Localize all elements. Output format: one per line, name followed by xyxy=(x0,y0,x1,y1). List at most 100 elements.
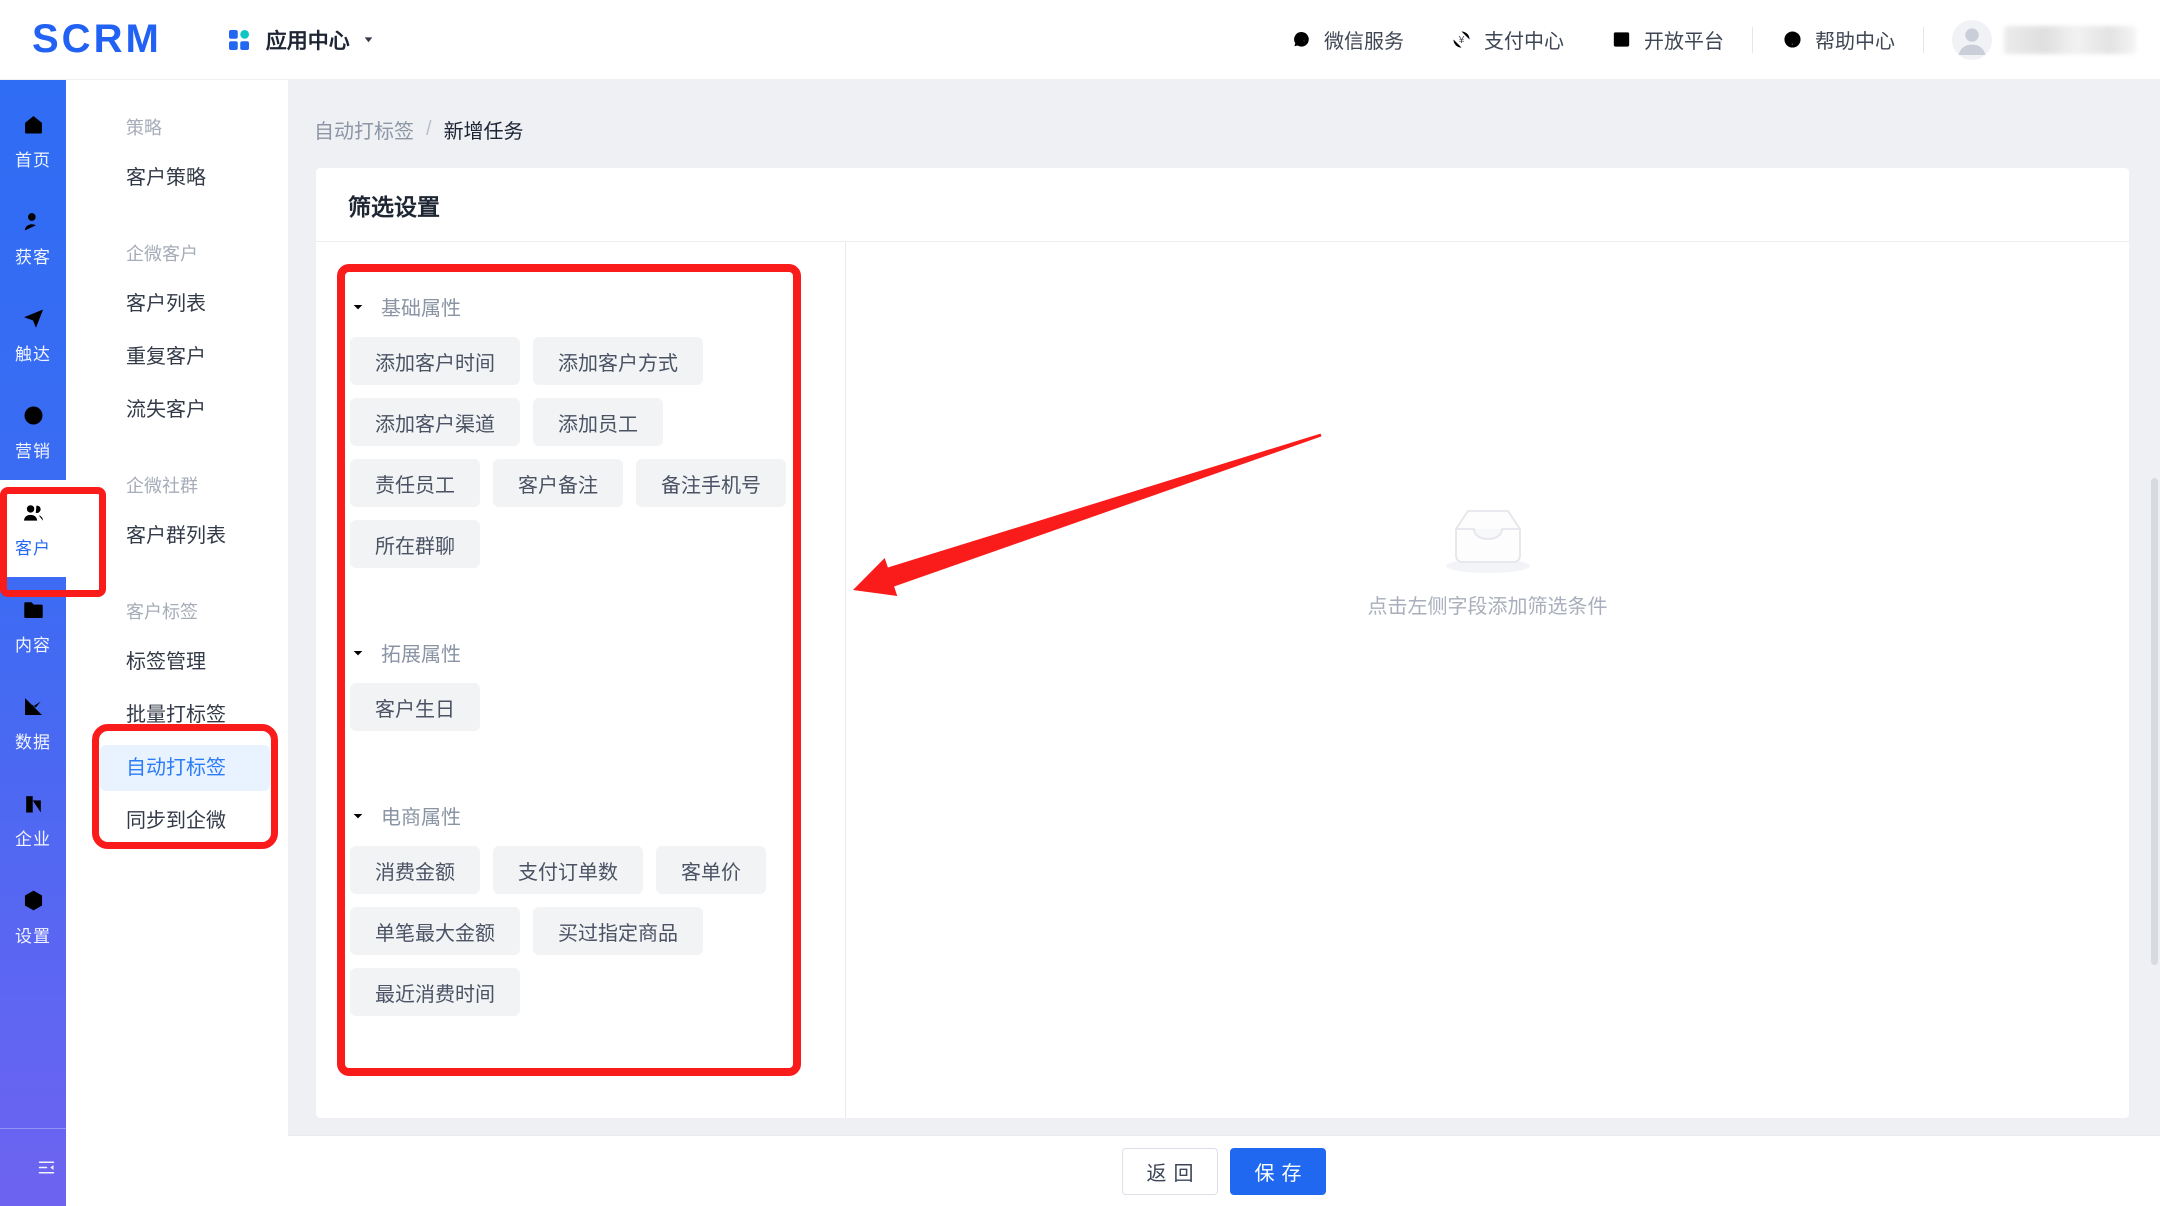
sidebar-item-enterprise[interactable]: 企业 xyxy=(0,771,66,868)
app-center-label: 应用中心 xyxy=(266,25,350,55)
sidebar-item-label: 客户 xyxy=(15,534,51,559)
section-header[interactable]: 电商属性 xyxy=(350,801,799,830)
caret-down-icon xyxy=(362,33,375,46)
field-button[interactable]: 添加客户渠道 xyxy=(350,398,520,446)
field-button[interactable]: 添加员工 xyxy=(533,398,663,446)
header-nav-pay-center[interactable]: ¥ 支付中心 xyxy=(1450,25,1564,54)
menu-item-customer-list[interactable]: 客户列表 xyxy=(100,281,270,327)
field-button[interactable]: 添加客户方式 xyxy=(533,337,703,385)
menu-item-customer-strategy[interactable]: 客户策略 xyxy=(100,155,270,201)
sidebar-item-data[interactable]: 数据 xyxy=(0,674,66,771)
user-add-icon xyxy=(20,208,47,235)
menu-item-duplicate-customers[interactable]: 重复客户 xyxy=(100,334,270,380)
main-content: 自动打标签 / 新增任务 筛选设置 基础属性 添加客户时间添加客户方式添加客户渠… xyxy=(288,80,2160,1135)
field-section: 拓展属性 客户生日 xyxy=(350,638,799,731)
field-row: 添加客户渠道添加员工 xyxy=(350,398,799,446)
wechat-service-icon xyxy=(1290,28,1313,51)
building-icon xyxy=(20,790,47,817)
help-icon xyxy=(1781,28,1804,51)
breadcrumb: 自动打标签 / 新增任务 xyxy=(314,114,2160,144)
field-button[interactable]: 消费金额 xyxy=(350,846,480,894)
section-header[interactable]: 基础属性 xyxy=(350,292,799,321)
username-blurred xyxy=(2004,26,2136,54)
field-button[interactable]: 备注手机号 xyxy=(636,459,786,507)
field-row: 最近消费时间 xyxy=(350,968,799,1016)
menu-item-sync-to-wecom[interactable]: 同步到企微 xyxy=(100,798,270,844)
field-button[interactable]: 买过指定商品 xyxy=(533,907,703,955)
field-button[interactable]: 客户备注 xyxy=(493,459,623,507)
users-icon xyxy=(20,499,47,526)
menu-group: 企微客户 客户列表重复客户流失客户 xyxy=(66,239,288,433)
field-row: 所在群聊 xyxy=(350,520,799,568)
secondary-sidebar: 策略 客户策略 企微客户 客户列表重复客户流失客户 企微社群 客户群列表 客户标… xyxy=(66,80,288,1206)
sidebar-item-reach[interactable]: 触达 xyxy=(0,286,66,383)
chevron-down-icon xyxy=(350,808,366,824)
sidebar-item-content[interactable]: 内容 xyxy=(0,577,66,674)
breadcrumb-separator: / xyxy=(426,118,432,141)
brand-logo: SCRM xyxy=(32,17,162,62)
header-nav-label: 支付中心 xyxy=(1484,25,1564,54)
header-nav-label: 微信服务 xyxy=(1324,25,1404,54)
empty-state-text: 点击左侧字段添加筛选条件 xyxy=(1368,590,1608,619)
chevron-down-icon xyxy=(350,299,366,315)
header-nav-label: 开放平台 xyxy=(1644,25,1724,54)
menu-group-title: 客户标签 xyxy=(66,597,288,627)
breadcrumb-parent[interactable]: 自动打标签 xyxy=(314,115,414,144)
field-row: 添加客户时间添加客户方式 xyxy=(350,337,799,385)
svg-text:¥: ¥ xyxy=(1458,35,1465,46)
sidebar-item-label: 内容 xyxy=(15,631,51,656)
section-title: 拓展属性 xyxy=(381,638,461,667)
conditions-panel: 点击左侧字段添加筛选条件 xyxy=(846,242,2129,1118)
sidebar-item-home[interactable]: 首页 xyxy=(0,92,66,189)
avatar xyxy=(1952,20,1992,60)
sidebar-item-customers[interactable]: 客户 xyxy=(0,480,66,577)
menu-item-customer-group-list[interactable]: 客户群列表 xyxy=(100,513,270,559)
field-button[interactable]: 单笔最大金额 xyxy=(350,907,520,955)
app-center-menu[interactable]: 应用中心 xyxy=(224,25,375,55)
menu-item-tag-management[interactable]: 标签管理 xyxy=(100,639,270,685)
target-icon xyxy=(20,402,47,429)
empty-inbox-icon xyxy=(1442,502,1534,574)
field-button[interactable]: 支付订单数 xyxy=(493,846,643,894)
open-platform-icon xyxy=(1610,28,1633,51)
save-button[interactable]: 保存 xyxy=(1230,1148,1326,1195)
sidebar-item-settings[interactable]: 设置 xyxy=(0,868,66,965)
app-grid-icon xyxy=(224,25,254,55)
sidebar-collapse-button[interactable] xyxy=(0,1128,66,1206)
footer-bar: 返回 保存 xyxy=(288,1135,2160,1206)
field-row: 消费金额支付订单数客单价 xyxy=(350,846,799,894)
vertical-scrollbar[interactable] xyxy=(2151,478,2158,965)
field-button[interactable]: 责任员工 xyxy=(350,459,480,507)
pay-center-icon: ¥ xyxy=(1450,28,1473,51)
gear-icon xyxy=(20,887,47,914)
sidebar-item-label: 首页 xyxy=(15,146,51,171)
card-title: 筛选设置 xyxy=(348,188,440,222)
header-nav-help-center[interactable]: 帮助中心 xyxy=(1781,25,1895,54)
field-button[interactable]: 添加客户时间 xyxy=(350,337,520,385)
home-icon xyxy=(20,111,47,138)
sidebar-item-label: 数据 xyxy=(15,728,51,753)
menu-item-batch-tagging[interactable]: 批量打标签 xyxy=(100,692,270,738)
sidebar-item-marketing[interactable]: 营销 xyxy=(0,383,66,480)
section-header[interactable]: 拓展属性 xyxy=(350,638,799,667)
field-button[interactable]: 所在群聊 xyxy=(350,520,480,568)
header-nav-open-platform[interactable]: 开放平台 xyxy=(1610,25,1724,54)
chevron-down-icon xyxy=(350,645,366,661)
menu-item-auto-tagging[interactable]: 自动打标签 xyxy=(100,745,270,791)
field-button[interactable]: 最近消费时间 xyxy=(350,968,520,1016)
sidebar-item-label: 获客 xyxy=(15,243,51,268)
field-row: 客户生日 xyxy=(350,683,799,731)
sidebar-item-acquisition[interactable]: 获客 xyxy=(0,189,66,286)
top-header: SCRM 应用中心 微信服务 ¥ 支付中心 开放平台 帮助中心 xyxy=(0,0,2160,80)
field-button[interactable]: 客单价 xyxy=(656,846,766,894)
header-nav-wechat-service[interactable]: 微信服务 xyxy=(1290,25,1404,54)
back-button[interactable]: 返回 xyxy=(1122,1148,1218,1195)
menu-group: 策略 客户策略 xyxy=(66,113,288,201)
header-divider xyxy=(1923,27,1924,53)
user-menu[interactable] xyxy=(1952,20,2136,60)
header-divider xyxy=(1752,27,1753,53)
field-button[interactable]: 客户生日 xyxy=(350,683,480,731)
menu-group-title: 企微社群 xyxy=(66,471,288,501)
primary-sidebar: 首页 获客 触达 营销 客户 内容 数据 企业 设置 xyxy=(0,80,66,1206)
menu-item-lost-customers[interactable]: 流失客户 xyxy=(100,387,270,433)
